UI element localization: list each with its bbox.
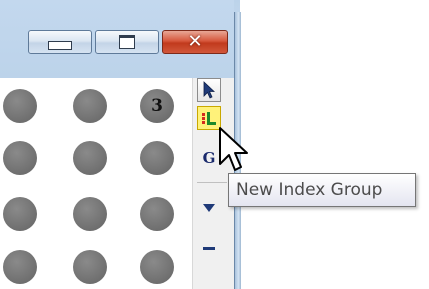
grid-dot[interactable] xyxy=(140,141,174,175)
grid-dot[interactable] xyxy=(73,89,107,123)
grid-dot[interactable] xyxy=(3,89,37,123)
select-pointer-icon xyxy=(203,81,216,99)
tooltip: New Index Group xyxy=(228,173,416,207)
application-window: ✕ 3 G xyxy=(0,0,241,289)
select-pointer-button[interactable] xyxy=(197,78,221,102)
triangle-tool-button[interactable] xyxy=(197,196,221,220)
maximize-button[interactable] xyxy=(95,30,159,54)
tooltip-text: New Index Group xyxy=(236,180,383,200)
close-button[interactable]: ✕ xyxy=(162,30,228,54)
grid-dot[interactable] xyxy=(73,141,107,175)
triangle-down-icon xyxy=(203,204,215,212)
grid-dot[interactable] xyxy=(73,250,107,284)
grid-dot[interactable] xyxy=(3,250,37,284)
client-area: 3 G xyxy=(0,78,235,289)
toolbar-separator xyxy=(197,182,227,183)
screen: ✕ 3 G New Index Group xyxy=(0,0,429,289)
grid-dot[interactable]: 3 xyxy=(140,89,174,123)
grid-dot[interactable] xyxy=(140,250,174,284)
title-bar: ✕ xyxy=(0,0,234,78)
grid-dot[interactable] xyxy=(3,141,37,175)
grid-dot[interactable] xyxy=(140,197,174,231)
minimize-icon xyxy=(48,40,72,50)
minimize-button[interactable] xyxy=(28,30,92,54)
g-letter-icon: G xyxy=(202,149,216,167)
arrow-cursor-icon xyxy=(219,127,248,171)
restore-icon xyxy=(119,35,135,49)
new-index-group-icon xyxy=(202,112,216,125)
grid-dot[interactable] xyxy=(3,197,37,231)
grid-dot[interactable] xyxy=(73,197,107,231)
dot-grid: 3 xyxy=(0,78,192,289)
dot-label: 3 xyxy=(151,96,163,116)
close-icon: ✕ xyxy=(187,31,203,52)
dash-tool-button[interactable] xyxy=(197,236,221,260)
dash-icon xyxy=(203,246,215,250)
